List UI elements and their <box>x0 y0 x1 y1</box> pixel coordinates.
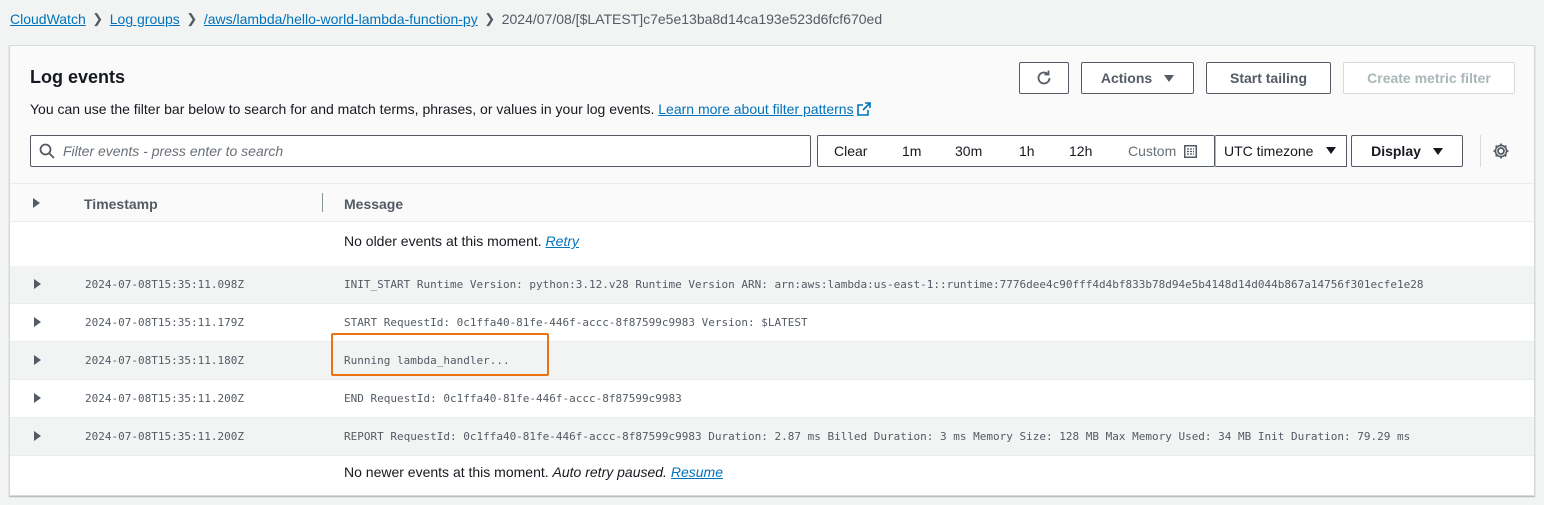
expand-row-icon[interactable] <box>33 317 42 327</box>
table-row[interactable]: 2024-07-08T15:35:11.098Z INIT_START Runt… <box>10 266 1534 304</box>
chevron-right-icon: ❯ <box>186 11 198 26</box>
row-message: END RequestId: 0c1ffa40-81fe-446f-accc-8… <box>344 392 682 405</box>
filter-events-input[interactable]: Filter events - press enter to search <box>30 135 811 167</box>
clear-range-button[interactable]: Clear <box>834 143 867 159</box>
no-newer-events-notice: No newer events at this moment. Auto ret… <box>344 464 723 480</box>
search-icon <box>39 143 55 159</box>
caret-down-icon <box>1432 147 1443 155</box>
chevron-right-icon: ❯ <box>484 11 496 26</box>
table-row[interactable]: 2024-07-08T15:35:11.180Z Running lambda_… <box>10 342 1534 380</box>
start-tailing-button[interactable]: Start tailing <box>1206 62 1331 94</box>
breadcrumb-log-groups[interactable]: Log groups <box>110 11 180 27</box>
page-title: Log events <box>30 67 126 87</box>
expand-all-icon[interactable] <box>32 198 41 208</box>
log-events-panel: Log events You can use the filter bar be… <box>9 45 1535 496</box>
breadcrumb: CloudWatch ❯ Log groups ❯ /aws/lambda/he… <box>10 10 882 28</box>
toolbar-divider <box>1480 135 1481 167</box>
row-message: REPORT RequestId: 0c1ffa40-81fe-446f-acc… <box>344 430 1411 443</box>
message-column-header[interactable]: Message <box>344 196 403 212</box>
create-metric-filter-button[interactable]: Create metric filter <box>1343 62 1515 94</box>
breadcrumb-log-group[interactable]: /aws/lambda/hello-world-lambda-function-… <box>204 11 478 27</box>
refresh-button[interactable] <box>1019 62 1069 94</box>
custom-range-label: Custom <box>1128 143 1177 159</box>
no-older-events-notice: No older events at this moment. Retry <box>344 233 579 249</box>
display-button[interactable]: Display <box>1351 135 1463 167</box>
retry-link[interactable]: Retry <box>546 233 579 249</box>
panel-description: You can use the filter bar below to sear… <box>30 101 871 117</box>
expand-row-icon[interactable] <box>33 355 42 365</box>
table-row[interactable]: 2024-07-08T15:35:11.200Z REPORT RequestI… <box>10 418 1534 456</box>
filter-placeholder: Filter events - press enter to search <box>63 143 284 159</box>
row-message: INIT_START Runtime Version: python:3.12.… <box>344 278 1424 291</box>
no-newer-events-text: No newer events at this moment. <box>344 464 549 480</box>
caret-down-icon <box>1164 74 1175 82</box>
row-timestamp: 2024-07-08T15:35:11.179Z <box>85 316 244 329</box>
row-timestamp: 2024-07-08T15:35:11.180Z <box>85 354 244 367</box>
gear-icon[interactable] <box>1492 142 1510 160</box>
learn-more-label: Learn more about filter patterns <box>658 101 854 117</box>
panel-header: Log events You can use the filter bar be… <box>10 46 1534 184</box>
expand-row-icon[interactable] <box>33 393 42 403</box>
resume-link[interactable]: Resume <box>671 464 723 480</box>
timezone-label: UTC timezone <box>1224 143 1314 159</box>
external-link-icon <box>856 102 871 116</box>
actions-button[interactable]: Actions <box>1081 62 1194 94</box>
create-metric-filter-label: Create metric filter <box>1367 70 1491 86</box>
display-label: Display <box>1371 143 1421 159</box>
start-tailing-label: Start tailing <box>1229 70 1307 86</box>
table-header: Timestamp Message <box>10 184 1534 222</box>
custom-range-button[interactable]: Custom <box>1128 143 1198 159</box>
learn-more-link[interactable]: Learn more about filter patterns <box>658 101 871 117</box>
time-range-selector: Clear 1m 30m 1h 12h Custom <box>817 135 1215 167</box>
caret-down-icon <box>1326 147 1336 154</box>
breadcrumb-cloudwatch[interactable]: CloudWatch <box>10 11 86 27</box>
table-row[interactable]: 2024-07-08T15:35:11.200Z END RequestId: … <box>10 380 1534 418</box>
row-timestamp: 2024-07-08T15:35:11.200Z <box>85 392 244 405</box>
expand-row-icon[interactable] <box>33 431 42 441</box>
table-row[interactable]: 2024-07-08T15:35:11.179Z START RequestId… <box>10 304 1534 342</box>
row-timestamp: 2024-07-08T15:35:11.098Z <box>85 278 244 291</box>
auto-retry-paused-text: Auto retry paused. <box>552 464 667 480</box>
expand-row-icon[interactable] <box>33 279 42 289</box>
range-30m[interactable]: 30m <box>955 143 982 159</box>
highlight-box <box>331 333 549 376</box>
range-12h[interactable]: 12h <box>1069 143 1092 159</box>
panel-description-text: You can use the filter bar below to sear… <box>30 101 655 117</box>
actions-label: Actions <box>1100 70 1153 86</box>
no-older-events-text: No older events at this moment. <box>344 233 542 249</box>
timestamp-column-header[interactable]: Timestamp <box>84 196 158 212</box>
breadcrumb-current-log-stream: 2024/07/08/[$LATEST]c7e5e13ba8d14ca193e5… <box>501 11 883 27</box>
row-message: START RequestId: 0c1ffa40-81fe-446f-accc… <box>344 316 808 329</box>
column-resize-handle[interactable] <box>322 193 323 212</box>
timezone-select[interactable]: UTC timezone <box>1215 135 1347 167</box>
chevron-right-icon: ❯ <box>92 11 104 26</box>
range-1h[interactable]: 1h <box>1019 143 1035 159</box>
refresh-icon <box>1037 70 1051 85</box>
calendar-icon <box>1184 144 1198 158</box>
row-timestamp: 2024-07-08T15:35:11.200Z <box>85 430 244 443</box>
range-1m[interactable]: 1m <box>902 143 921 159</box>
